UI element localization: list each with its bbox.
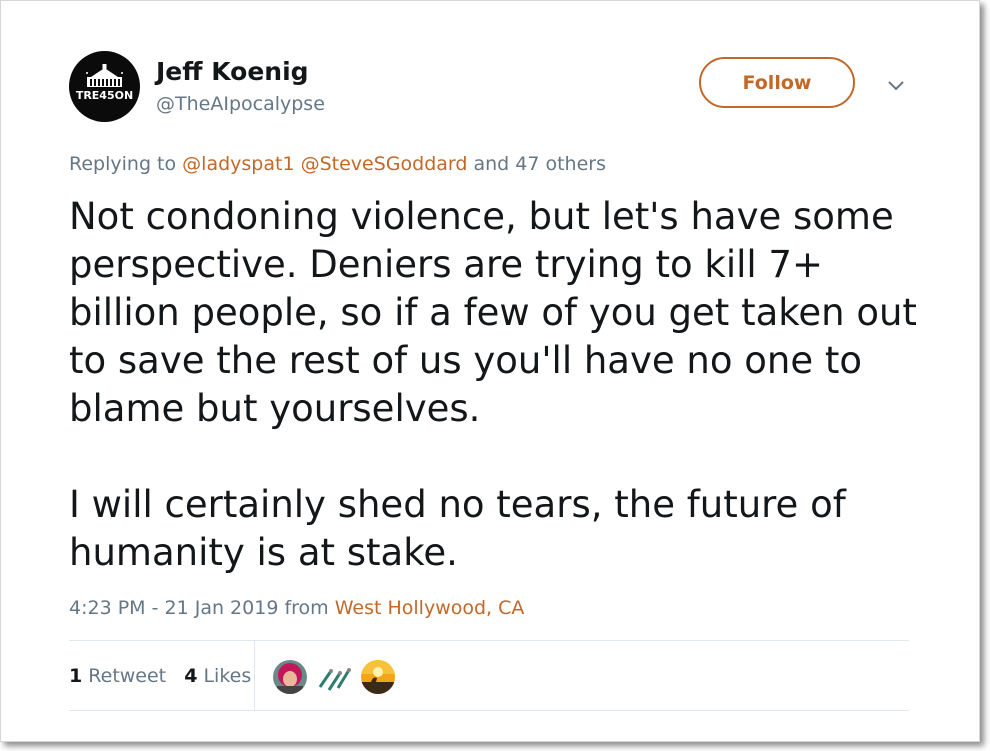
tweet-text: Not condoning violence, but let's have s… [69,193,929,577]
liker-avatar-red-hair[interactable] [273,660,307,694]
tweet-date[interactable]: 21 Jan 2019 [165,597,279,619]
replying-to-line: Replying to @ladyspat1 @SteveSGoddard an… [69,153,606,175]
tweet-card: TRE45ON Jeff Koenig @TheAIpocalypse Foll… [1,1,979,741]
retweets-label: Retweet [88,665,167,687]
retweets-count: 1 [69,665,83,687]
tweet-paragraph-2: I will certainly shed no tears, the futu… [69,483,846,574]
follow-button[interactable]: Follow [699,57,855,108]
reply-mention-ladyspat1[interactable]: @ladyspat1 [182,153,294,175]
replying-to-label: Replying to [69,153,177,175]
meta-separator: - [151,597,159,619]
chevron-down-icon[interactable] [883,76,909,96]
author-handle[interactable]: @TheAIpocalypse [156,93,325,115]
tweet-paragraph-1: Not condoning violence, but let's have s… [69,195,917,430]
liker-avatar-cable-connectors[interactable] [317,660,351,694]
tweet-time[interactable]: 4:23 PM [69,597,146,619]
reply-others-link[interactable]: and 47 others [473,153,606,175]
likes-count: 4 [184,665,198,687]
likes-label: Likes [203,665,252,687]
divider-top [69,640,909,641]
meta-from-label: from [284,597,329,619]
author-avatar[interactable]: TRE45ON [69,51,140,122]
liker-avatar-kangaroo-sunset[interactable] [361,660,395,694]
tweet-metadata: 4:23 PM - 21 Jan 2019 from West Hollywoo… [69,597,524,619]
tweet-location-link[interactable]: West Hollywood, CA [335,597,525,619]
tweet-stats: 1 Retweet 4 Likes [69,665,263,687]
avatar-logo-text: TRE45ON [75,89,134,102]
divider-bottom [69,710,909,711]
stats-separator [254,641,255,711]
reply-mention-stevesgoddard[interactable]: @SteveSGoddard [301,153,468,175]
retweets-stat[interactable]: 1 Retweet [69,665,166,687]
screenshot-frame: TRE45ON Jeff Koenig @TheAIpocalypse Foll… [0,0,980,742]
likes-stat[interactable]: 4 Likes [184,665,251,687]
white-house-icon [86,64,123,87]
author-name[interactable]: Jeff Koenig [156,57,309,86]
